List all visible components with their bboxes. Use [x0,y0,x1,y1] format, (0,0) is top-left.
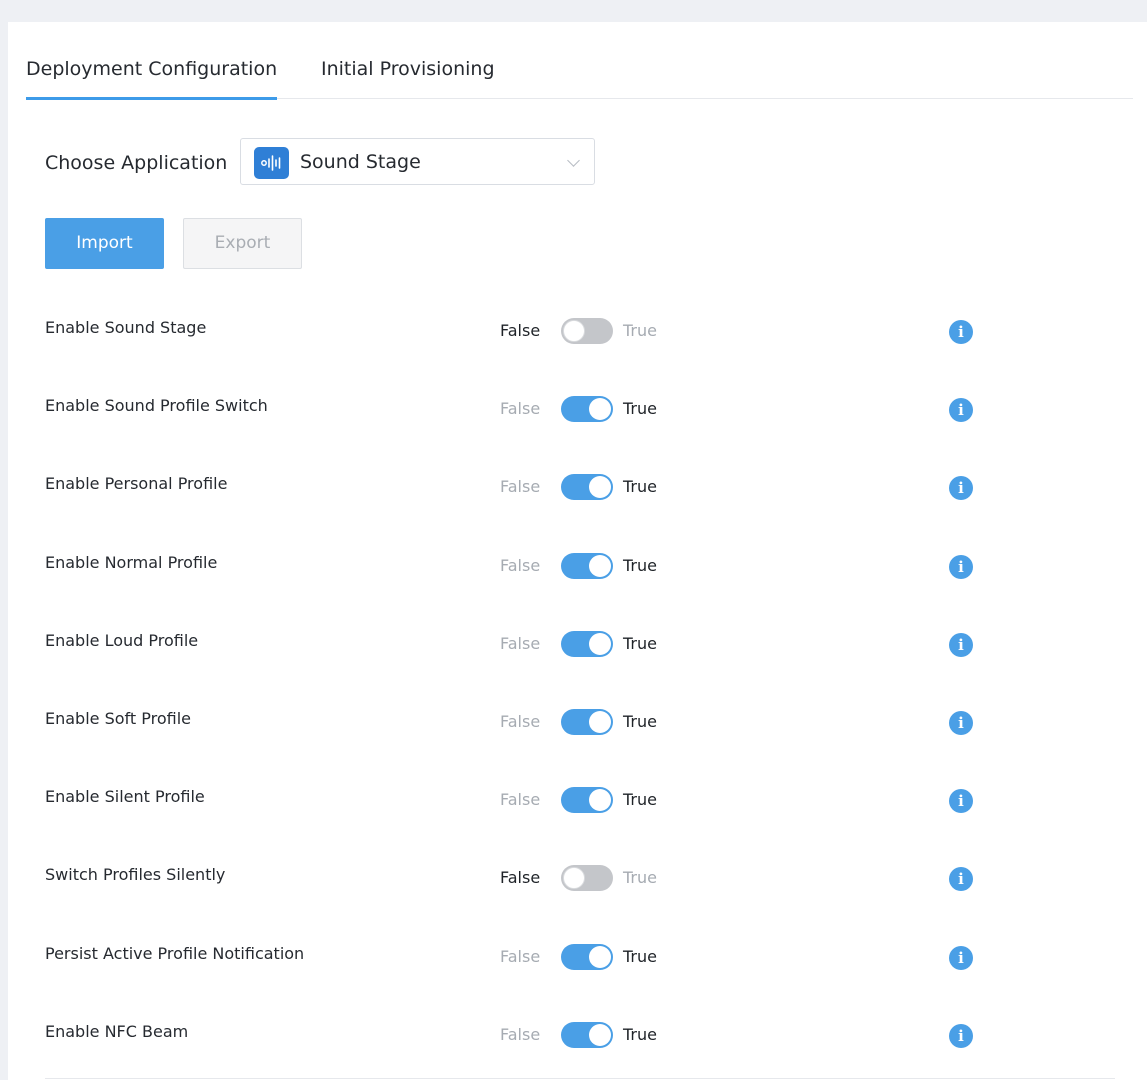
setting-row: Enable NFC Beam False True i [8,996,1147,1074]
toggle-knob [589,398,611,421]
setting-label: Enable Silent Profile [45,787,205,807]
false-label: False [500,477,541,497]
true-label: True [623,711,657,731]
info-icon[interactable]: i [949,710,973,735]
setting-toggle[interactable] [561,865,613,892]
import-button[interactable]: Import [45,218,164,269]
settings-list: Enable Sound Stage False True i Enable S… [8,292,1147,1074]
divider [45,1078,1115,1079]
setting-row: Enable Silent Profile False True i [8,761,1147,839]
true-label: True [623,1024,657,1044]
info-icon[interactable]: i [949,789,973,814]
setting-row: Enable Loud Profile False True i [8,605,1147,683]
setting-toggle[interactable] [561,630,613,657]
true-label: True [623,868,657,888]
false-label: False [500,555,541,575]
false-label: False [500,399,541,419]
selected-application: Sound Stage [300,151,421,173]
true-label: True [623,555,657,575]
setting-label: Enable Personal Profile [45,474,228,494]
config-panel: Deployment Configuration Initial Provisi… [8,22,1147,1080]
true-label: True [623,399,657,419]
setting-row: Enable Normal Profile False True i [8,527,1147,605]
info-icon[interactable]: i [949,554,973,579]
setting-toggle[interactable] [561,787,613,814]
setting-toggle[interactable] [561,1021,613,1048]
toggle-knob [589,789,611,812]
setting-label: Enable NFC Beam [45,1021,189,1041]
choose-application-label: Choose Application [45,152,228,174]
info-icon[interactable]: i [949,476,973,501]
info-icon[interactable]: i [949,398,973,423]
setting-toggle[interactable] [561,552,613,579]
false-label: False [500,321,541,340]
sound-wave-icon [254,147,289,179]
setting-toggle[interactable] [561,318,613,344]
toggle-knob [589,1023,611,1046]
false-label: False [500,633,541,653]
setting-toggle[interactable] [561,396,613,423]
setting-toggle[interactable] [561,708,613,735]
setting-label: Enable Normal Profile [45,552,218,572]
setting-label: Enable Sound Profile Switch [45,396,268,416]
false-label: False [500,1024,541,1044]
chevron-down-icon [567,154,580,167]
tab-initial-provisioning[interactable]: Initial Provisioning [321,58,495,99]
toggle-knob [563,867,585,890]
info-icon[interactable]: i [949,945,973,970]
setting-toggle[interactable] [561,474,613,501]
toggle-knob [589,710,611,733]
toggle-knob [563,320,585,342]
true-label: True [623,477,657,497]
setting-label: Enable Loud Profile [45,630,199,650]
setting-label: Switch Profiles Silently [45,865,226,885]
setting-row: Persist Active Profile Notification Fals… [8,918,1147,996]
info-icon[interactable]: i [949,867,973,892]
setting-toggle[interactable] [561,943,613,970]
info-icon[interactable]: i [949,1023,973,1048]
toggle-knob [589,632,611,655]
false-label: False [500,711,541,731]
true-label: True [623,633,657,653]
setting-row: Enable Sound Profile Switch False True i [8,370,1147,448]
true-label: True [623,321,657,340]
setting-row: Enable Personal Profile False True i [8,448,1147,526]
false-label: False [500,790,541,810]
application-select[interactable]: Sound Stage [240,138,595,185]
toggle-knob [589,554,611,577]
tab-deployment-configuration[interactable]: Deployment Configuration [26,58,278,100]
setting-label: Enable Sound Stage [45,318,207,337]
export-button[interactable]: Export [183,218,302,269]
toggle-knob [589,476,611,499]
toggle-knob [589,945,611,968]
true-label: True [623,790,657,810]
info-icon[interactable]: i [949,632,973,657]
false-label: False [500,868,541,888]
setting-row: Switch Profiles Silently False True i [8,839,1147,917]
setting-label: Enable Soft Profile [45,708,191,728]
setting-label: Persist Active Profile Notification [45,943,305,963]
setting-row: Enable Sound Stage False True i [8,292,1147,370]
false-label: False [500,946,541,966]
info-icon[interactable]: i [949,320,973,344]
setting-row: Enable Soft Profile False True i [8,683,1147,761]
true-label: True [623,946,657,966]
tab-bar: Deployment Configuration Initial Provisi… [26,22,1133,100]
